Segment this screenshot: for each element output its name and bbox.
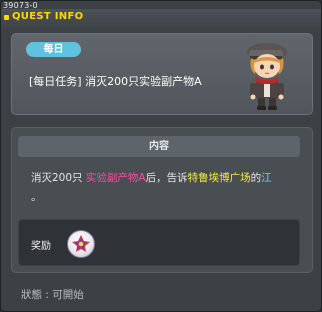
- reward-label: 奖励: [31, 241, 51, 252]
- content-header: 内容: [18, 136, 300, 157]
- quest-id-label: 39073-0: [3, 1, 38, 10]
- quest-info-window: 39073-0 QUEST INFO 每日 [每日任务] 消灭200只实验副产物…: [0, 0, 322, 312]
- exp-reward-icon[interactable]: [67, 230, 95, 258]
- location-link[interactable]: 特鲁埃博广场: [188, 172, 251, 184]
- npc-portrait-icon: [247, 43, 287, 110]
- desc-text: 消灭200只: [31, 172, 86, 184]
- quest-name: [每日任务] 消灭200只实验副产物A: [29, 75, 202, 88]
- desc-text: 。: [31, 191, 42, 203]
- npc-link[interactable]: 江: [261, 172, 272, 184]
- monster-link[interactable]: 实验副产物A: [86, 172, 146, 184]
- daily-badge: 每日: [26, 42, 81, 57]
- title-bullet-icon: [4, 15, 9, 20]
- window-title: QUEST INFO: [12, 11, 84, 22]
- desc-text: 后，告诉: [145, 172, 188, 184]
- quest-status: 狀態 : 可開始: [21, 289, 84, 301]
- quest-description: 消灭200只 实验副产物A后，告诉特鲁埃博广场的江。: [31, 169, 306, 207]
- desc-text: 的: [250, 172, 262, 184]
- reward-box: [18, 219, 300, 266]
